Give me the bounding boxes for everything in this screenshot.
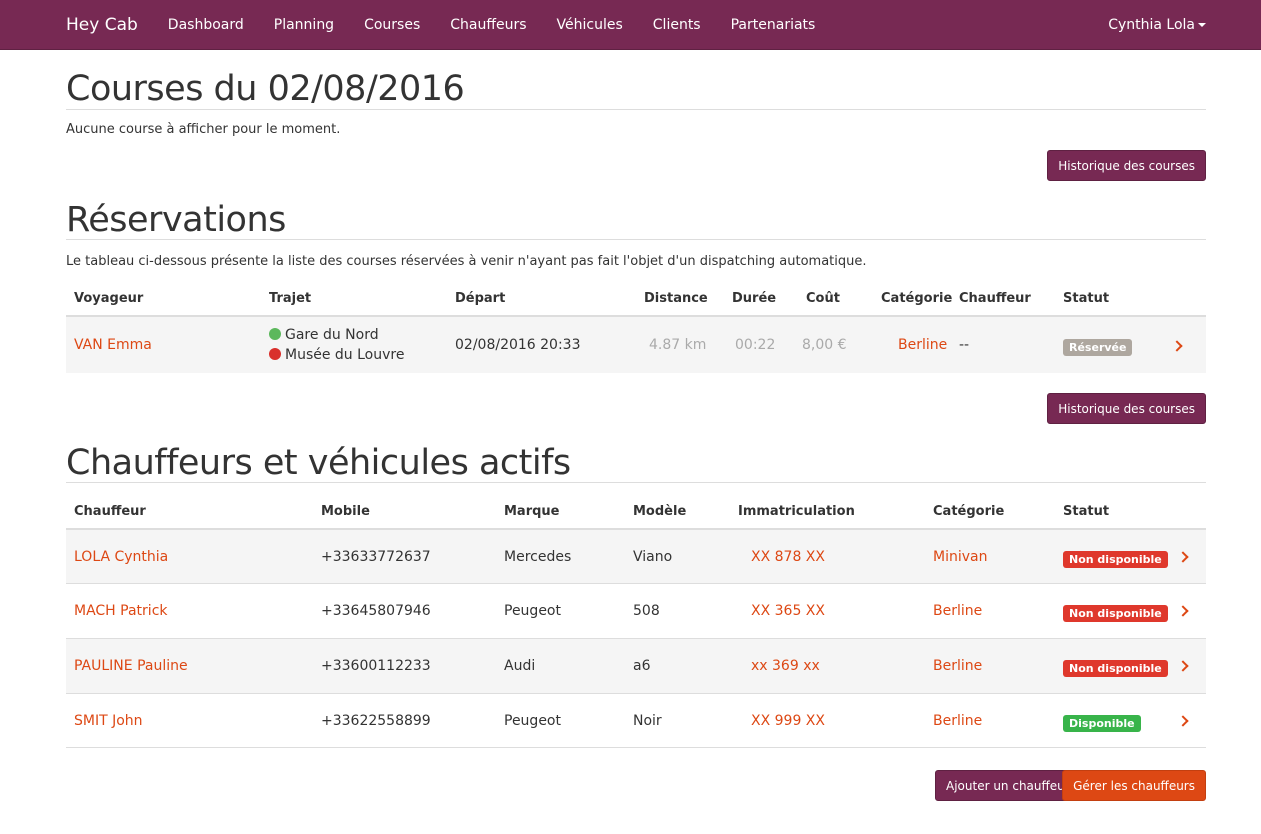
th-statut: Statut xyxy=(1063,291,1110,306)
nav-dashboard[interactable]: Dashboard xyxy=(168,17,244,33)
duree-value: 00:22 xyxy=(735,337,776,353)
th-modele: Modèle xyxy=(633,504,687,519)
driver-mobile: +33600112233 xyxy=(321,658,431,674)
nav-courses[interactable]: Courses xyxy=(364,17,420,33)
status-badge: Non disponible xyxy=(1063,605,1168,622)
table-row[interactable]: SMIT John +33622558899 Peugeot Noir XX 999 X… xyxy=(66,693,1206,748)
end-pin-icon xyxy=(269,348,281,360)
vehicle-model: a6 xyxy=(633,658,651,674)
reservations-history-button[interactable]: Historique des courses xyxy=(1047,393,1206,424)
voyageur-link[interactable]: VAN Emma xyxy=(74,337,152,353)
th-trajet: Trajet xyxy=(269,291,312,306)
table-row[interactable]: VAN Emma Gare du Nord Musée du Louvre 02… xyxy=(66,315,1206,373)
th-chauffeur: Chauffeur xyxy=(74,504,146,519)
distance-value: 4.87 km xyxy=(649,337,707,353)
chevron-right-icon[interactable] xyxy=(1171,340,1183,352)
th-statut: Statut xyxy=(1063,504,1110,519)
nav-clients[interactable]: Clients xyxy=(653,17,701,33)
user-name: Cynthia Lola xyxy=(1108,16,1195,33)
divider xyxy=(66,109,1206,110)
drivers-title: Chauffeurs et véhicules actifs xyxy=(66,443,571,483)
chauffeur-value: -- xyxy=(959,337,970,353)
courses-history-button[interactable]: Historique des courses xyxy=(1047,150,1206,181)
driver-mobile: +33645807946 xyxy=(321,603,431,619)
driver-name-link[interactable]: MACH Patrick xyxy=(74,603,168,619)
courses-empty-text: Aucune course à afficher pour le moment. xyxy=(66,122,341,137)
start-pin-icon xyxy=(269,328,281,340)
vehicle-model: Noir xyxy=(633,713,662,729)
vehicle-plate-link[interactable]: XX 878 XX xyxy=(751,549,825,565)
category-link[interactable]: Berline xyxy=(933,603,982,619)
manage-drivers-button[interactable]: Gérer les chauffeurs xyxy=(1062,770,1206,801)
trajet-from: Gare du Nord xyxy=(269,327,379,343)
th-voyageur: Voyageur xyxy=(74,291,144,306)
divider xyxy=(66,482,1206,483)
status-badge: Non disponible xyxy=(1063,551,1168,568)
reservations-description: Le tableau ci-dessous présente la liste … xyxy=(66,254,867,269)
th-immatriculation: Immatriculation xyxy=(738,504,855,519)
vehicle-brand: Peugeot xyxy=(504,603,561,619)
driver-mobile: +33622558899 xyxy=(321,713,431,729)
driver-name-link[interactable]: SMIT John xyxy=(74,713,143,729)
th-marque: Marque xyxy=(504,504,560,519)
reservations-title: Réservations xyxy=(66,200,286,240)
chevron-right-icon[interactable] xyxy=(1177,660,1189,672)
divider xyxy=(66,239,1206,240)
driver-name-link[interactable]: LOLA Cynthia xyxy=(74,549,168,565)
vehicle-model: 508 xyxy=(633,603,660,619)
brand-link[interactable]: Hey Cab xyxy=(66,15,138,35)
trajet-to: Musée du Louvre xyxy=(269,347,404,363)
courses-title: Courses du 02/08/2016 xyxy=(66,69,465,109)
vehicle-brand: Audi xyxy=(504,658,536,674)
vehicle-plate-link[interactable]: XX 365 XX xyxy=(751,603,825,619)
vehicle-plate-link[interactable]: XX 999 XX xyxy=(751,713,825,729)
categorie-link[interactable]: Berline xyxy=(898,337,947,353)
chevron-right-icon[interactable] xyxy=(1177,605,1189,617)
driver-mobile: +33633772637 xyxy=(321,549,431,565)
category-link[interactable]: Minivan xyxy=(933,549,987,565)
cout-value: 8,00 € xyxy=(802,337,847,353)
status-badge: Non disponible xyxy=(1063,660,1168,677)
caret-down-icon xyxy=(1198,22,1206,27)
nav-vehicules[interactable]: Véhicules xyxy=(557,17,623,33)
table-row[interactable]: MACH Patrick +33645807946 Peugeot 508 XX 365… xyxy=(66,583,1206,638)
user-menu[interactable]: Cynthia Lola xyxy=(1108,17,1206,33)
th-chauffeur: Chauffeur xyxy=(959,291,1031,306)
th-depart: Départ xyxy=(455,291,506,306)
th-categorie: Catégorie xyxy=(881,291,953,306)
category-link[interactable]: Berline xyxy=(933,658,982,674)
vehicle-brand: Mercedes xyxy=(504,549,572,565)
nav-chauffeurs[interactable]: Chauffeurs xyxy=(450,17,526,33)
nav-partenariats[interactable]: Partenariats xyxy=(731,17,816,33)
category-link[interactable]: Berline xyxy=(933,713,982,729)
add-driver-button[interactable]: Ajouter un chauffeur xyxy=(935,770,1081,801)
vehicle-brand: Peugeot xyxy=(504,713,561,729)
status-badge: Réservée xyxy=(1063,339,1133,356)
th-mobile: Mobile xyxy=(321,504,370,519)
th-duree: Durée xyxy=(732,291,777,306)
th-categorie: Catégorie xyxy=(933,504,1005,519)
status-badge: Disponible xyxy=(1063,715,1141,732)
table-row[interactable]: PAULINE Pauline +33600112233 Audi a6 xx 369 … xyxy=(66,638,1206,693)
depart-value: 02/08/2016 20:33 xyxy=(455,337,581,353)
chevron-right-icon[interactable] xyxy=(1177,551,1189,563)
vehicle-plate-link[interactable]: xx 369 xx xyxy=(751,658,820,674)
driver-name-link[interactable]: PAULINE Pauline xyxy=(74,658,188,674)
nav-planning[interactable]: Planning xyxy=(274,17,334,33)
th-distance: Distance xyxy=(644,291,708,306)
table-row[interactable]: LOLA Cynthia +33633772637 Mercedes Viano XX … xyxy=(66,528,1206,583)
chevron-right-icon[interactable] xyxy=(1177,715,1189,727)
th-cout: Coût xyxy=(806,291,840,306)
navbar: Hey Cab Dashboard Planning Courses Chauf… xyxy=(0,0,1261,50)
vehicle-model: Viano xyxy=(633,549,673,565)
